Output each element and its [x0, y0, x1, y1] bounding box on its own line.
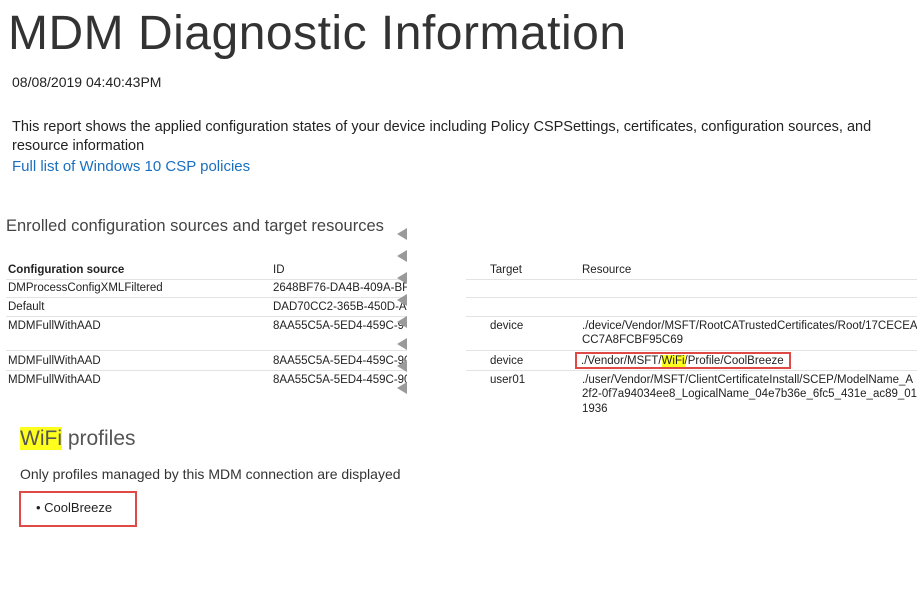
enrolled-sources-heading: Enrolled configuration sources and targe… [6, 217, 384, 235]
report-timestamp: 08/08/2019 04:40:43PM [12, 74, 162, 90]
column-header-resource: Resource [582, 264, 632, 276]
id-cell: 8AA55C5A-5ED4-459C-90 [273, 374, 411, 386]
csp-policies-link[interactable]: Full list of Windows 10 CSP policies [12, 158, 250, 175]
id-cell: DAD70CC2-365B-450D-A [273, 301, 407, 313]
wifi-heading-highlight: WiFi [20, 427, 62, 450]
resource-cell: ./user/Vendor/MSFT/ClientCertificateInst… [582, 374, 914, 386]
column-header-target: Target [490, 264, 522, 276]
id-cell: 2648BF76-DA4B-409A-BF [273, 282, 410, 294]
row-divider [466, 350, 917, 351]
column-header-config-source: Configuration source [8, 264, 125, 276]
report-description: This report shows the applied configurat… [12, 119, 872, 154]
list-item: • CoolBreeze [36, 500, 112, 515]
target-cell: device [490, 320, 524, 332]
target-cell: user01 [490, 374, 526, 386]
id-cell: 8AA55C5A-5ED4-459C-9 [273, 320, 405, 332]
torn-gap [407, 222, 465, 417]
id-cell: 8AA55C5A-5ED4-459C-90 [273, 355, 411, 367]
profile-name: CoolBreeze [44, 500, 113, 515]
config-source-cell: Default [8, 301, 45, 313]
resource-cell: ./device/Vendor/MSFT/RootCATrustedCertif… [582, 320, 917, 332]
column-header-id: ID [273, 264, 285, 276]
row-divider [466, 297, 917, 298]
row-divider [466, 370, 917, 371]
wifi-profiles-subtitle: Only profiles managed by this MDM connec… [20, 466, 401, 482]
wifi-profiles-heading: WiFi profiles [20, 427, 136, 451]
row-divider [6, 350, 408, 351]
row-divider [466, 279, 917, 280]
config-source-cell: DMProcessConfigXMLFiltered [8, 282, 163, 294]
target-cell: device [490, 355, 524, 367]
resource-cell-continued: 2f2-0f7a94034ee8_LogicalName_04e7b36e_6f… [582, 388, 917, 400]
config-source-cell: MDMFullWithAAD [8, 355, 101, 367]
resource-cell-continued: CC7A8FCBF95C69 [582, 334, 683, 346]
resource-cell-continued: 1936 [582, 403, 608, 415]
row-divider [6, 316, 408, 317]
row-divider [466, 316, 917, 317]
config-source-cell: MDMFullWithAAD [8, 320, 101, 332]
row-divider [6, 297, 408, 298]
wifi-resource-callout [575, 352, 791, 369]
row-divider [6, 279, 408, 280]
wifi-heading-rest: profiles [61, 427, 136, 450]
row-divider [6, 370, 408, 371]
page-title: MDM Diagnostic Information [8, 7, 627, 60]
config-source-cell: MDMFullWithAAD [8, 374, 101, 386]
bullet-icon: • [36, 500, 45, 515]
